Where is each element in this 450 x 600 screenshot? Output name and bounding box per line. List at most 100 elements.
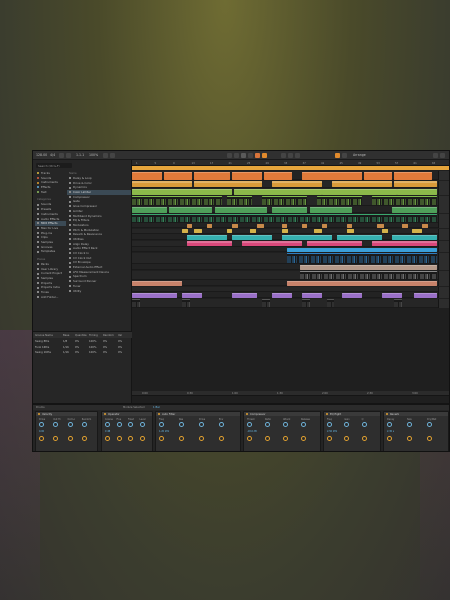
arrangement-view-button[interactable] [335,153,340,158]
arrangement-clip[interactable] [232,234,272,240]
follow-button[interactable] [103,153,108,158]
device-knob[interactable] [407,422,412,427]
arrangement-clip[interactable] [132,292,177,298]
arrangement-clip[interactable] [382,292,402,298]
arrangement-clip[interactable] [164,171,192,180]
arrangement-clip[interactable] [310,206,352,213]
arrangement-clip[interactable] [132,171,162,180]
arrangement-view[interactable]: 1 5 9 13 17 21 25 29 33 37 41 45 49 53 57 61 65 0:00 0:30… [132,160,449,403]
device-knob[interactable] [407,436,412,441]
arrangement-clip[interactable] [132,188,232,195]
device-title-bar[interactable]: Compressor [244,412,320,416]
arrangement-clip[interactable] [264,171,292,180]
arrangement-clip[interactable] [132,214,437,222]
draw-mode-button[interactable] [110,153,115,158]
device-knob[interactable] [179,436,184,441]
device-title-bar[interactable]: EQ Eight [324,412,380,416]
arrangement-clip[interactable] [314,229,322,233]
device-knob[interactable] [301,436,306,441]
device-power-icon[interactable] [103,412,106,416]
groove-cell[interactable]: 0% [75,340,79,343]
device-knob[interactable] [361,422,367,427]
browser-list-item[interactable]: Utility [67,289,131,294]
device-knob[interactable] [219,436,224,441]
browser-search-input[interactable]: Search (Ctrl+F) [36,163,72,168]
track-lane[interactable] [132,247,449,252]
arrangement-clip[interactable] [300,271,437,279]
groove-cell[interactable]: 1/16 [63,346,69,349]
metronome-button[interactable] [59,153,64,158]
arrangement-clip[interactable] [132,181,192,187]
arrangement-clip[interactable] [302,292,322,298]
device-knob[interactable] [67,436,73,441]
arrangement-clip[interactable] [412,229,422,233]
tempo-display[interactable]: 128.00 [36,153,47,157]
device-knob[interactable] [283,436,288,441]
play-button[interactable] [241,153,246,158]
groove-cell[interactable]: 100% [89,346,96,349]
device-knob[interactable] [344,422,350,427]
device-power-icon[interactable] [325,412,328,416]
device-knob[interactable] [159,436,164,441]
groove-cell[interactable]: 0% [118,351,122,354]
arrangement-clip[interactable] [347,223,352,228]
groove-cell[interactable]: 0% [103,346,107,349]
device-knob[interactable] [105,422,110,427]
device[interactable]: Compressor Thresh Ratio Attack Release -18.0 … [243,411,321,451]
arrangement-clip[interactable] [194,181,262,187]
groove-cell[interactable]: 1/16 [63,351,69,354]
automation-arm-button[interactable] [295,153,300,158]
overdub-button[interactable] [262,153,267,158]
track-mixer-strip[interactable] [438,240,449,247]
track-mixer-strip[interactable] [438,252,449,264]
device-knob[interactable] [199,422,204,427]
device-power-icon[interactable] [385,412,388,416]
track-lane[interactable] [132,195,449,206]
settings-icon[interactable] [440,153,445,158]
arrangement-clip[interactable] [132,196,222,205]
arrangement-clip[interactable] [287,247,437,252]
device-knob[interactable] [327,436,332,441]
track-lane[interactable] [132,292,449,298]
arrangement-clip[interactable] [392,206,437,213]
arrangement-clip[interactable] [132,206,167,213]
device-power-icon[interactable] [37,412,40,416]
device-knob[interactable] [199,436,204,441]
arrangement-clip[interactable] [187,223,192,228]
punch-out-button[interactable] [288,153,293,158]
arrangement-clip[interactable] [132,299,140,307]
track-mixer-strip[interactable] [438,195,449,206]
arrangement-clip[interactable] [215,206,267,213]
arrangement-clip[interactable] [132,280,182,286]
arrangement-clip[interactable] [227,229,232,233]
device-knob[interactable] [179,422,184,427]
arrangement-clip[interactable] [287,280,437,286]
device-knob[interactable] [159,422,164,427]
arrangement-clip[interactable] [364,171,392,180]
arrangement-clip[interactable] [394,171,432,180]
arrangement-clip[interactable] [282,229,288,233]
device-knob[interactable] [327,422,332,427]
device-knob[interactable] [247,436,252,441]
arrangement-clip[interactable] [232,223,238,228]
device-knob[interactable] [344,436,350,441]
device[interactable]: EQ Eight Freq Gain Q 2.50 kHz [323,411,381,451]
arrangement-clip[interactable] [372,241,437,246]
device-knob[interactable] [265,422,270,427]
device-knob[interactable] [219,422,224,427]
arrangement-clip[interactable] [282,223,287,228]
arrangement-clip[interactable] [194,171,230,180]
track-lane[interactable] [132,206,449,213]
groove-row[interactable]: Funk 16ths 1/16 0% 100% 0% 0% [33,345,132,350]
track-lane[interactable] [132,223,449,228]
groove-cell[interactable]: 100% [89,340,96,343]
arrangement-clip[interactable] [182,299,190,307]
arrangement-clip[interactable] [342,292,362,298]
track-lane[interactable] [132,280,449,286]
device-knob[interactable] [283,422,288,427]
arrangement-clip[interactable] [257,223,264,228]
track-lane[interactable] [132,171,449,180]
arrangement-clip[interactable] [394,181,437,187]
track-mixer-strip[interactable] [438,280,449,286]
arrangement-clip[interactable] [272,292,292,298]
